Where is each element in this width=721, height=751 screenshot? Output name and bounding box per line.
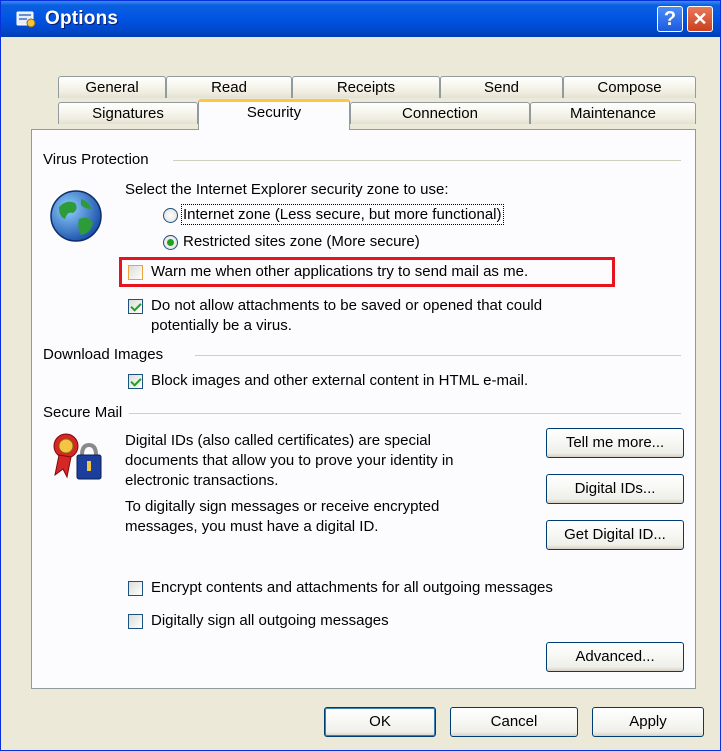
internet-zone-radio[interactable] (163, 208, 178, 223)
tab-send[interactable]: Send (440, 76, 563, 98)
download-images-heading: Download Images (43, 346, 170, 363)
no-attachments-label-line2[interactable]: potentially be a virus. (151, 317, 292, 334)
tab-general[interactable]: General (58, 76, 166, 98)
globe-icon (50, 190, 102, 242)
no-attachments-label-line1[interactable]: Do not allow attachments to be saved or … (151, 297, 542, 314)
certificate-lock-icon (53, 433, 102, 480)
tab-compose[interactable]: Compose (563, 76, 696, 98)
tab-receipts[interactable]: Receipts (292, 76, 440, 98)
no-attachments-checkbox[interactable] (128, 299, 143, 314)
tell-me-more-button[interactable]: Tell me more... (546, 428, 684, 458)
options-dialog: Options ? ✕ General Read Receipts Send C… (0, 0, 721, 751)
sign-label[interactable]: Digitally sign all outgoing messages (151, 612, 389, 629)
encrypt-label[interactable]: Encrypt contents and attachments for all… (151, 579, 553, 596)
sign-checkbox[interactable] (128, 614, 143, 629)
digital-ids-button[interactable]: Digital IDs... (546, 474, 684, 504)
options-dialog-icon (16, 11, 36, 28)
help-button[interactable]: ? (657, 6, 683, 32)
tab-connection[interactable]: Connection (350, 102, 530, 124)
tab-signatures[interactable]: Signatures (58, 102, 198, 124)
title-bar[interactable]: Options ? ✕ (1, 1, 720, 37)
virus-protection-heading: Virus Protection (43, 151, 155, 168)
ok-button[interactable]: OK (324, 707, 436, 737)
block-images-checkbox[interactable] (128, 374, 143, 389)
close-button[interactable]: ✕ (687, 6, 713, 32)
cancel-button[interactable]: Cancel (450, 707, 578, 737)
tab-read[interactable]: Read (166, 76, 292, 98)
window-title: Options (45, 8, 119, 29)
download-group-divider (195, 355, 681, 356)
restricted-zone-label[interactable]: Restricted sites zone (More secure) (183, 233, 420, 250)
virus-group-divider (173, 160, 681, 161)
warn-mail-label[interactable]: Warn me when other applications try to s… (151, 263, 528, 280)
restricted-zone-radio[interactable] (163, 235, 178, 250)
close-icon: ✕ (692, 8, 708, 29)
digital-id-desc2-line2: messages, you must have a digital ID. (125, 518, 379, 535)
help-icon: ? (663, 7, 677, 30)
internet-zone-label[interactable]: Internet zone (Less secure, but more fun… (181, 204, 504, 225)
block-images-label[interactable]: Block images and other external content … (151, 372, 528, 389)
digital-id-desc-line3: electronic transactions. (125, 472, 279, 489)
tab-maintenance[interactable]: Maintenance (530, 102, 696, 124)
advanced-button[interactable]: Advanced... (546, 642, 684, 672)
zone-prompt: Select the Internet Explorer security zo… (125, 181, 449, 198)
tab-security[interactable]: Security (198, 99, 350, 130)
encrypt-checkbox[interactable] (128, 581, 143, 596)
secure-mail-heading: Secure Mail (43, 404, 129, 421)
get-digital-id-button[interactable]: Get Digital ID... (546, 520, 684, 550)
digital-id-desc-line2: documents that allow you to prove your i… (125, 452, 454, 469)
apply-button[interactable]: Apply (592, 707, 704, 737)
digital-id-desc-line1: Digital IDs (also called certificates) a… (125, 432, 431, 449)
digital-id-desc2-line1: To digitally sign messages or receive en… (125, 498, 440, 515)
warn-mail-checkbox[interactable] (128, 265, 143, 280)
secure-group-divider (129, 413, 681, 414)
